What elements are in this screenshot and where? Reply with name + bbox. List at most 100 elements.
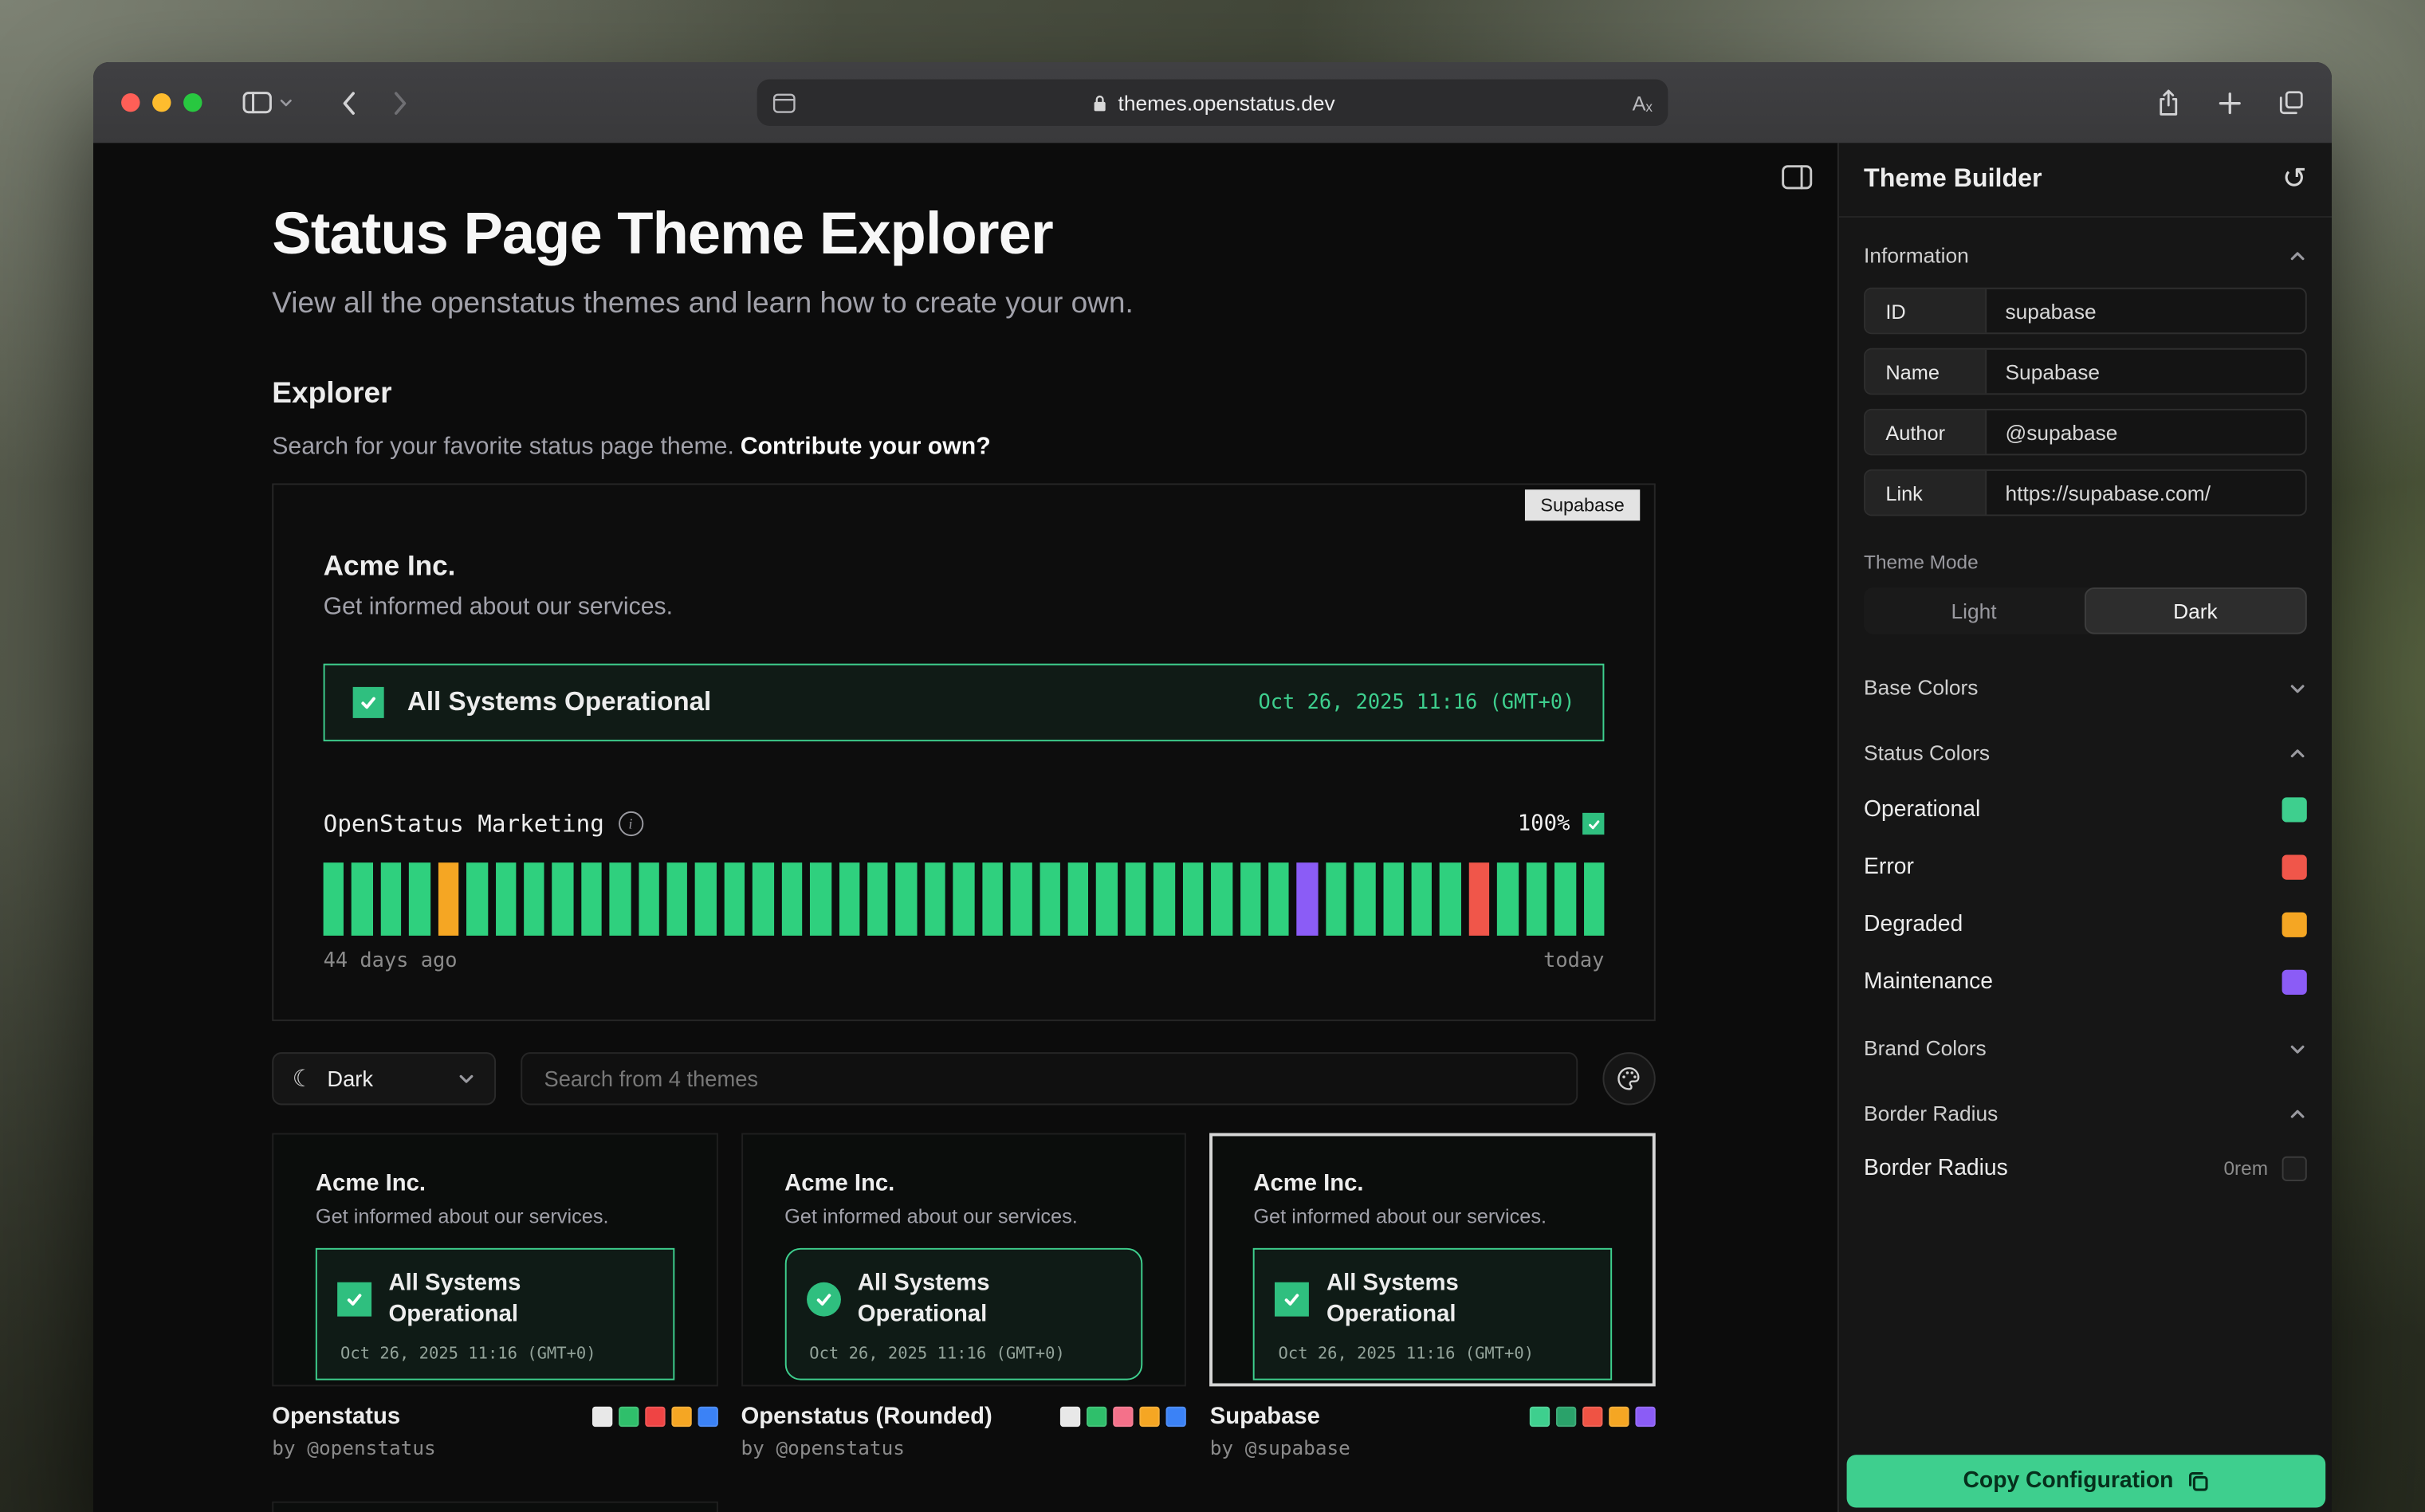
uptime-bar-operational[interactable]: [953, 862, 974, 936]
degraded-color-swatch[interactable]: [2282, 913, 2307, 937]
uptime-bar-operational[interactable]: [380, 862, 401, 936]
uptime-bar-operational[interactable]: [753, 862, 773, 936]
right-panel-toggle-icon[interactable]: [1782, 165, 1813, 190]
uptime-bar-operational[interactable]: [1554, 862, 1575, 936]
uptime-bar-operational[interactable]: [725, 862, 745, 936]
page-icon[interactable]: [772, 92, 796, 112]
uptime-bar-operational[interactable]: [1154, 862, 1174, 936]
reset-icon[interactable]: ↺: [2282, 165, 2307, 194]
uptime-bar-operational[interactable]: [1125, 862, 1146, 936]
status-colors-section-header[interactable]: Status Colors: [1864, 741, 2307, 764]
theme-swatch: [671, 1407, 691, 1427]
brand-colors-section-header[interactable]: Brand Colors: [1864, 1037, 2307, 1060]
copy-configuration-button[interactable]: Copy Configuration: [1847, 1455, 2326, 1507]
theme-card-openstatus-rounded[interactable]: Acme Inc. Get informed about our service…: [741, 1133, 1186, 1387]
close-window-button[interactable]: [121, 93, 140, 112]
border-radius-preview-box[interactable]: [2282, 1157, 2307, 1181]
theme-name: Supabase: [1210, 1404, 1350, 1430]
information-section-header[interactable]: Information: [1864, 244, 2307, 267]
uptime-bar-operational[interactable]: [352, 862, 373, 936]
uptime-bar-operational[interactable]: [1354, 862, 1375, 936]
uptime-bar-operational[interactable]: [1383, 862, 1404, 936]
sidebar-title: Theme Builder: [1864, 165, 2042, 194]
theme-cell-openstatus: Acme Inc. Get informed about our service…: [272, 1133, 717, 1460]
name-field[interactable]: Supabase: [1987, 350, 2305, 394]
uptime-tracker[interactable]: [324, 862, 1605, 936]
uptime-bar-operational[interactable]: [1182, 862, 1203, 936]
zoom-window-button[interactable]: [183, 93, 202, 112]
field-row-id[interactable]: ID supabase: [1864, 288, 2307, 335]
sidebar-toggle-button[interactable]: [242, 90, 293, 115]
uptime-bar-operational[interactable]: [1440, 862, 1461, 936]
uptime-bar-operational[interactable]: [1326, 862, 1346, 936]
author-field[interactable]: @supabase: [1987, 410, 2305, 454]
minimize-window-button[interactable]: [152, 93, 171, 112]
uptime-bar-operational[interactable]: [495, 862, 516, 936]
translate-icon[interactable]: Aₓ: [1633, 91, 1653, 114]
uptime-bar-degraded[interactable]: [438, 862, 458, 936]
link-field[interactable]: https://supabase.com/: [1987, 471, 2305, 515]
theme-search-input[interactable]: [521, 1052, 1578, 1105]
palette-button[interactable]: [1602, 1052, 1655, 1105]
field-row-author[interactable]: Author @supabase: [1864, 409, 2307, 456]
uptime-bar-operational[interactable]: [781, 862, 802, 936]
uptime-bar-operational[interactable]: [466, 862, 487, 936]
uptime-bar-operational[interactable]: [1011, 862, 1032, 936]
uptime-bar-operational[interactable]: [1240, 862, 1260, 936]
uptime-bar-operational[interactable]: [1526, 862, 1547, 936]
uptime-bar-operational[interactable]: [581, 862, 602, 936]
uptime-bar-operational[interactable]: [667, 862, 688, 936]
theme-card-supabase-selected[interactable]: Acme Inc. Get informed about our service…: [1210, 1133, 1656, 1387]
uptime-bar-operational[interactable]: [1583, 862, 1604, 936]
theme-swatch: [1166, 1407, 1186, 1427]
uptime-bar-operational[interactable]: [409, 862, 430, 936]
theme-mode-dropdown[interactable]: ☾ Dark: [272, 1052, 496, 1105]
contribute-link[interactable]: Contribute your own?: [741, 434, 991, 460]
uptime-bar-operational[interactable]: [810, 862, 831, 936]
field-row-name[interactable]: Name Supabase: [1864, 348, 2307, 395]
uptime-bar-operational[interactable]: [552, 862, 573, 936]
border-radius-section-header[interactable]: Border Radius: [1864, 1102, 2307, 1125]
field-row-link[interactable]: Link https://supabase.com/: [1864, 469, 2307, 516]
chevron-down-icon: [278, 95, 294, 110]
address-bar[interactable]: themes.openstatus.dev Aₓ: [757, 79, 1668, 125]
uptime-bar-operational[interactable]: [1268, 862, 1289, 936]
theme-swatch: [1087, 1407, 1107, 1427]
uptime-bar-operational[interactable]: [1097, 862, 1118, 936]
back-button[interactable]: [340, 89, 357, 116]
operational-color-swatch[interactable]: [2282, 797, 2307, 822]
uptime-bar-operational[interactable]: [639, 862, 659, 936]
tracker-range-start: 44 days ago: [324, 949, 458, 972]
uptime-bar-operational[interactable]: [925, 862, 945, 936]
theme-card-partial[interactable]: Acme Inc. Get informed about our service…: [272, 1502, 717, 1512]
uptime-bar-maintenance[interactable]: [1297, 862, 1318, 936]
theme-swatch: [1530, 1407, 1550, 1427]
new-tab-button[interactable]: [2219, 91, 2242, 114]
uptime-bar-operational[interactable]: [1040, 862, 1060, 936]
uptime-bar-operational[interactable]: [1497, 862, 1518, 936]
uptime-bar-operational[interactable]: [324, 862, 344, 936]
share-icon[interactable]: [2156, 87, 2181, 118]
uptime-bar-operational[interactable]: [610, 862, 631, 936]
tab-overview-icon[interactable]: [2279, 90, 2304, 115]
forward-button[interactable]: [391, 89, 408, 116]
error-color-swatch[interactable]: [2282, 855, 2307, 880]
id-field[interactable]: supabase: [1987, 289, 2305, 333]
uptime-bar-error[interactable]: [1469, 862, 1490, 936]
theme-mode-dark-option[interactable]: Dark: [2084, 587, 2307, 634]
theme-mode-light-option[interactable]: Light: [1864, 587, 2084, 634]
uptime-bar-operational[interactable]: [1068, 862, 1089, 936]
theme-card-openstatus[interactable]: Acme Inc. Get informed about our service…: [272, 1133, 717, 1387]
copy-configuration-label: Copy Configuration: [1963, 1469, 2174, 1494]
base-colors-section-header[interactable]: Base Colors: [1864, 676, 2307, 699]
uptime-bar-operational[interactable]: [1412, 862, 1433, 936]
uptime-bar-operational[interactable]: [1211, 862, 1232, 936]
uptime-bar-operational[interactable]: [982, 862, 1003, 936]
info-icon[interactable]: i: [618, 811, 643, 836]
uptime-bar-operational[interactable]: [524, 862, 544, 936]
uptime-bar-operational[interactable]: [839, 862, 859, 936]
uptime-bar-operational[interactable]: [696, 862, 717, 936]
uptime-bar-operational[interactable]: [896, 862, 917, 936]
uptime-bar-operational[interactable]: [867, 862, 888, 936]
maintenance-color-swatch[interactable]: [2282, 970, 2307, 995]
